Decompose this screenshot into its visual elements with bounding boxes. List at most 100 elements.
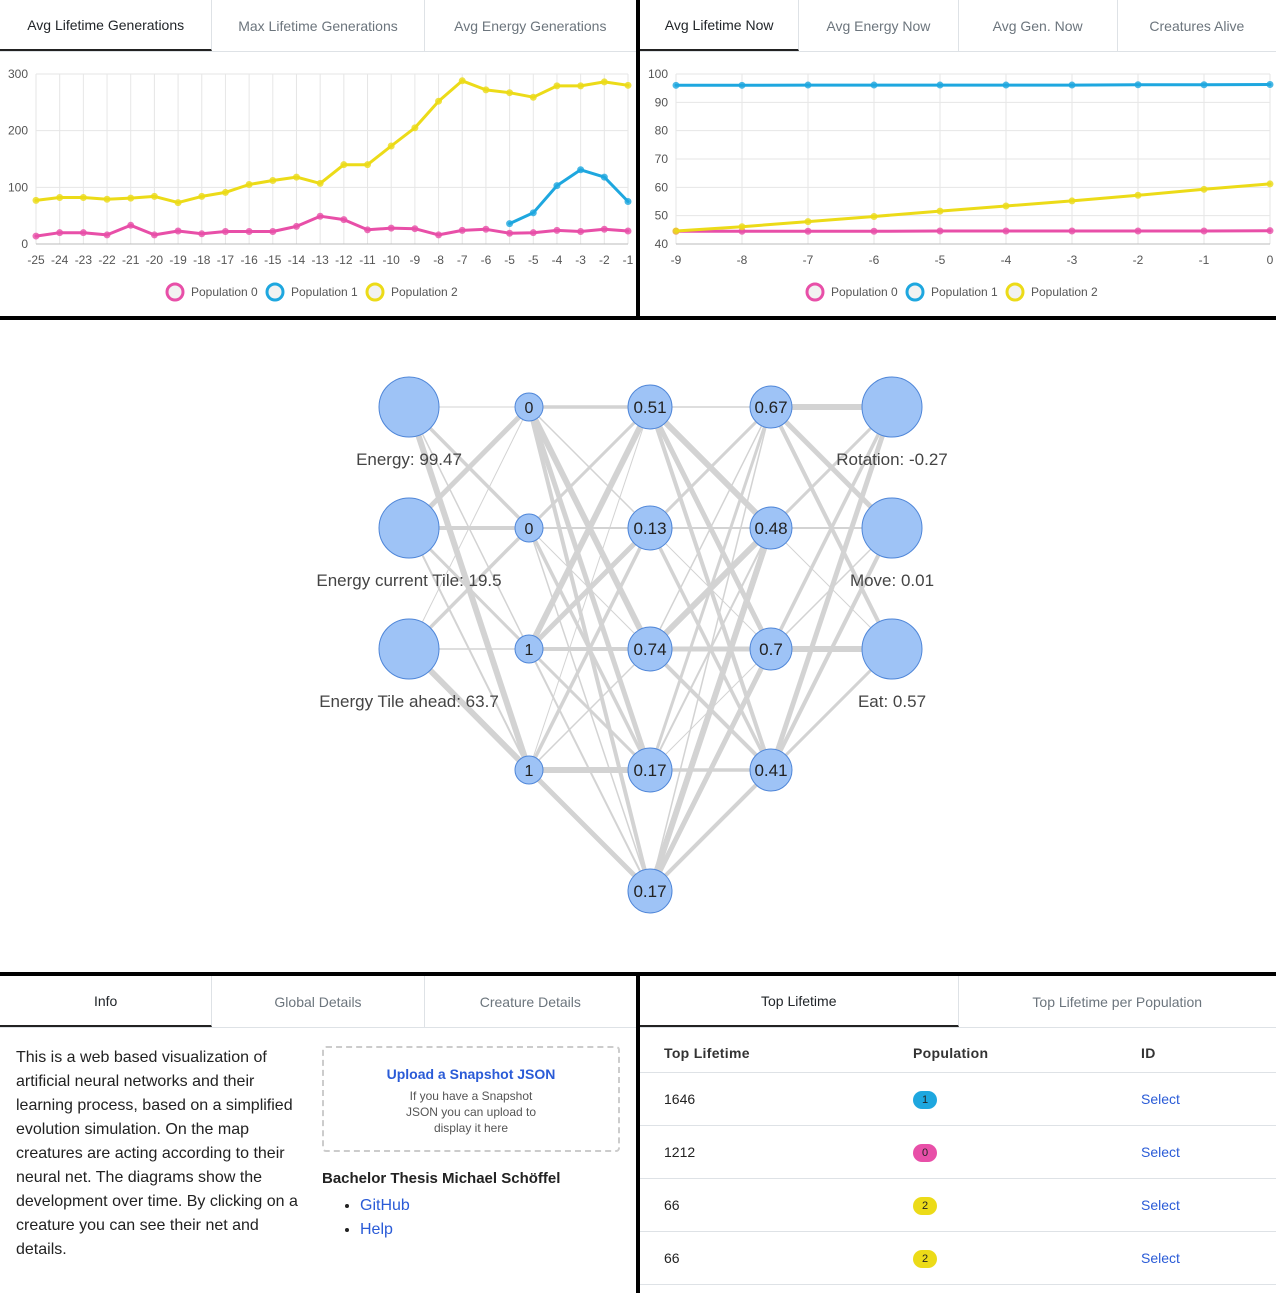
lifetime-cell: 1212 (640, 1125, 889, 1179)
x-tick-label: -11 (359, 253, 376, 267)
select-link[interactable]: Select (1141, 1250, 1180, 1266)
select-link[interactable]: Select (1141, 1197, 1180, 1213)
x-tick-label: -13 (311, 253, 329, 267)
x-tick-label: -7 (803, 253, 814, 267)
tab-creature-details[interactable]: Creature Details (425, 976, 636, 1027)
data-point (738, 223, 746, 231)
data-point (364, 161, 372, 169)
tab-avg-gen-now[interactable]: Avg Gen. Now (959, 0, 1118, 51)
data-point (804, 227, 812, 235)
column-header-id: ID (1117, 1034, 1276, 1073)
tab-global-details[interactable]: Global Details (212, 976, 425, 1027)
table-row: 1646 1 Select (640, 1072, 1276, 1126)
series-line-population-0 (674, 229, 1272, 233)
data-point (870, 213, 878, 221)
neuron-value: 0.48 (754, 519, 787, 538)
legend-marker-population-0 (805, 282, 825, 302)
data-point (553, 182, 561, 190)
upload-title[interactable]: Upload a Snapshot JSON (324, 1066, 618, 1082)
x-tick-label: -6 (481, 253, 492, 267)
select-link[interactable]: Select (1141, 1144, 1180, 1160)
data-point (387, 224, 395, 232)
x-tick-label: -14 (288, 253, 306, 267)
series-line-population-1 (674, 83, 1272, 87)
tab-info[interactable]: Info (0, 976, 213, 1027)
data-point (672, 81, 680, 89)
lifetime-cell: 66 (640, 1178, 889, 1232)
series-line-population-0 (34, 214, 630, 238)
data-point (870, 227, 878, 235)
y-tick-label: 60 (655, 180, 669, 194)
neuron-node (861, 497, 923, 559)
y-tick-label: 50 (655, 209, 669, 223)
tab-avg-energy-now[interactable]: Avg Energy Now (799, 0, 959, 51)
series-line-population-2 (34, 79, 630, 205)
x-tick-label: -9 (410, 253, 421, 267)
data-point (804, 81, 812, 89)
x-tick-label: -20 (146, 253, 164, 267)
x-tick-label: -25 (27, 253, 45, 267)
y-tick-label: 300 (8, 67, 28, 81)
neural-network-diagram: 0 0 1 1 0.51 0.13 0.74 0.17 0.17 0.67 0.48 0.7 0.41 E… (316, 376, 948, 914)
table-row: 1212 0 Select (640, 1125, 1276, 1179)
data-point (79, 229, 87, 237)
data-point (1134, 81, 1142, 89)
github-link[interactable]: GitHub (360, 1197, 410, 1214)
data-point (1068, 81, 1076, 89)
tab-top-lifetime-per-population[interactable]: Top Lifetime per Population (959, 976, 1276, 1027)
population-badge: 2 (913, 1196, 937, 1215)
tab-max-lifetime-generations[interactable]: Max Lifetime Generations (212, 0, 425, 51)
data-point (103, 231, 111, 239)
select-link[interactable]: Select (1141, 1091, 1180, 1107)
legend-marker-population-1 (265, 282, 285, 302)
x-tick-label: -17 (217, 253, 235, 267)
output-neuron-label: Move: 0.01 (850, 571, 934, 590)
snapshot-upload-dropzone[interactable]: Upload a Snapshot JSON If you have a Sna… (322, 1046, 620, 1152)
population-cell: 0 (889, 1125, 1117, 1179)
tab-creatures-alive[interactable]: Creatures Alive (1118, 0, 1276, 51)
list-item: GitHub (360, 1194, 410, 1218)
tab-avg-energy-generations[interactable]: Avg Energy Generations (425, 0, 636, 51)
tab-top-lifetime[interactable]: Top Lifetime (640, 976, 959, 1027)
data-point (32, 232, 40, 240)
help-link[interactable]: Help (360, 1221, 393, 1238)
data-point (32, 196, 40, 204)
legend-marker-population-1 (905, 282, 925, 302)
table-row: 66 2 Select (640, 1178, 1276, 1232)
data-point (174, 227, 182, 235)
data-point (1200, 185, 1208, 193)
data-point (411, 225, 419, 233)
id-cell: Select (1117, 1231, 1276, 1285)
y-tick-label: 40 (655, 237, 669, 251)
population-cell: 1 (889, 1072, 1117, 1126)
data-point (624, 198, 632, 205)
x-tick-label: -24 (51, 253, 69, 267)
tab-avg-lifetime-now[interactable]: Avg Lifetime Now (640, 0, 800, 51)
y-tick-label: 100 (8, 180, 28, 194)
data-point (150, 231, 158, 239)
population-badge: 2 (913, 1249, 937, 1268)
lifetime-cell: 66 (640, 1231, 889, 1285)
neuron-value: 0.74 (633, 640, 666, 659)
data-point (340, 161, 348, 169)
data-point (506, 89, 514, 97)
now-chart-panel: Avg Lifetime Now Avg Energy Now Avg Gen.… (640, 0, 1276, 316)
data-point (245, 228, 253, 236)
data-point (600, 225, 608, 233)
series-line-population-1 (508, 168, 630, 226)
data-point (553, 226, 561, 234)
y-tick-label: 0 (21, 237, 28, 251)
neuron-node (378, 618, 440, 680)
data-point (1266, 227, 1274, 235)
x-tick-label: -4 (552, 253, 563, 267)
legend-marker-population-0 (165, 282, 185, 302)
data-point (221, 188, 229, 196)
data-point (127, 194, 135, 202)
legend-label: Population 2 (391, 285, 458, 299)
neuron-node (861, 376, 923, 438)
legend-label: Population 1 (931, 285, 998, 299)
tab-avg-lifetime-generations[interactable]: Avg Lifetime Generations (0, 0, 213, 51)
input-neuron-label: Energy current Tile: 19.5 (316, 571, 501, 590)
data-point (103, 195, 111, 203)
now-line-chart: -9 -8 -7 -6 -5 -4 -3 -2 -1 0 40 50 60 70 80 90 100 Popula… (648, 67, 1274, 302)
